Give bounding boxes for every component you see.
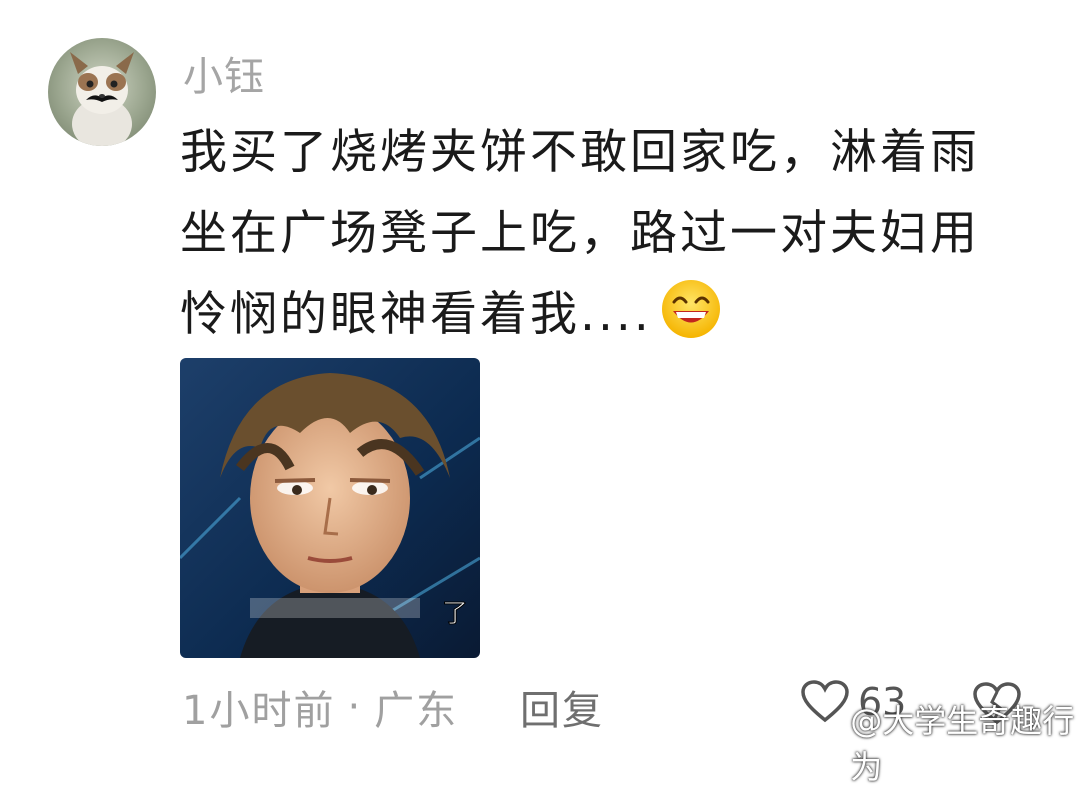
comment-body: 我买了烧烤夹饼不敢回家吃，淋着雨 坐在广场凳子上吃，路过一对夫妇用 怜悯的眼神看… (180, 112, 1050, 355)
comment-line-text: 怜悯的眼神看着我.... (180, 287, 652, 342)
dog-avatar-icon (70, 52, 134, 146)
comment-time: 1小时前 (182, 688, 336, 734)
meme-caption: 了 (442, 599, 468, 629)
meta-separator: · (347, 684, 363, 730)
comment-location: 广东 (374, 688, 459, 734)
weibo-logo-icon (812, 731, 843, 755)
comment-meta: 1小时前 · 广东 (182, 678, 458, 736)
comment-line: 坐在广场凳子上吃，路过一对夫妇用 (180, 206, 980, 261)
comment-card: 小钰 我买了烧烤夹饼不敢回家吃，淋着雨 坐在广场凳子上吃，路过一对夫妇用 怜悯的… (0, 0, 1080, 786)
meme-image[interactable]: 了 (180, 358, 480, 658)
username[interactable]: 小钰 (183, 44, 265, 102)
comment-line: 怜悯的眼神看着我.... (180, 274, 1050, 355)
meme-photo: 了 (180, 358, 480, 658)
reply-button[interactable]: 回复 (520, 678, 604, 736)
grinning-face-icon (660, 278, 722, 340)
watermark-text: @大学生奇趣行为 (850, 702, 1075, 786)
user-avatar[interactable] (48, 38, 156, 146)
comment-line: 我买了烧烤夹饼不敢回家吃，淋着雨 (180, 125, 980, 180)
watermark: @大学生奇趣行为 (812, 696, 1080, 788)
